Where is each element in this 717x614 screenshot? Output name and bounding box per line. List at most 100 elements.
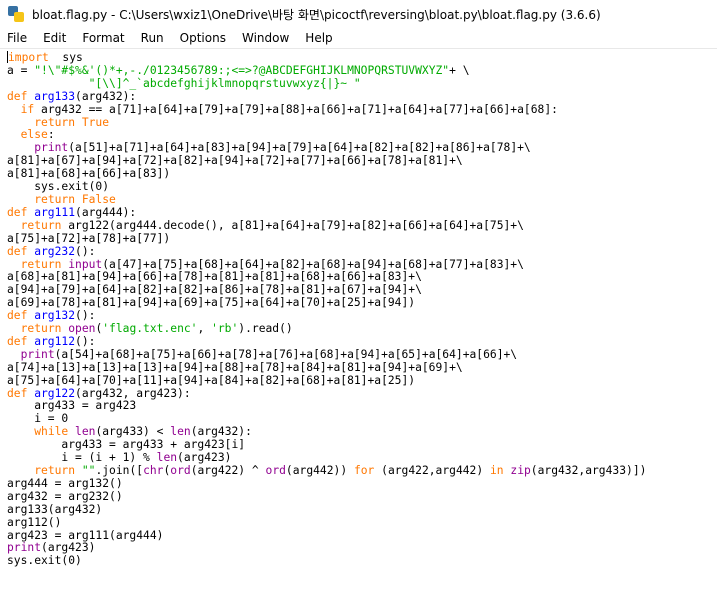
code-token-kw: def [7,386,28,400]
code-token-kw: if [20,102,35,116]
code-token-st: "" [81,464,96,477]
code-token: (arg433) < [95,425,171,439]
code-token-st: "!\"#$%&'()*+,-./0123456789:;<=>?@ABCDEF… [34,63,450,77]
code-token: (arg422,arg442) [374,464,490,477]
code-token-bi: print [7,541,42,555]
code-token-bi: open [61,322,96,336]
code-token: arg432 = arg232() [7,489,123,503]
code-token: a[94]+a[79]+a[64]+a[82]+a[82]+a[86]+a[78… [7,283,422,297]
code-token-df: arg132 [27,309,76,323]
code-token-kw: def [7,244,28,258]
code-token: a[75]+a[64]+a[70]+a[11]+a[94]+a[84]+a[82… [7,373,416,387]
code-line[interactable]: print(arg423) [7,541,717,555]
menu-options[interactable]: Options [172,28,234,48]
code-line[interactable]: return open('flag.txt.enc', 'rb').read() [7,322,717,336]
code-token: (arg444): [75,205,137,219]
code-token: arg112() [7,515,62,529]
code-line[interactable]: if arg432 == a[71]+a[64]+a[79]+a[79]+a[8… [7,102,717,117]
code-token-st: 'flag.txt.enc' [102,322,198,336]
title-bar: bloat.flag.py - C:\Users\wxiz1\OneDrive\… [0,0,717,28]
code-token: (arg432,arg433)]) [530,464,647,477]
code-token: arg423 = arg111(arg444) [7,528,164,542]
code-token-kw: in [489,464,504,477]
window-title: bloat.flag.py - C:\Users\wxiz1\OneDrive\… [32,7,601,22]
code-token: a[81]+a[67]+a[94]+a[72]+a[82]+a[94]+a[72… [7,154,463,168]
code-token: arg122(arg444.decode(), a[81]+a[64]+a[79… [61,218,524,232]
code-line[interactable]: return True [7,115,717,130]
code-line[interactable]: arg432 = arg232() [7,489,717,504]
code-token-bi: chr [143,464,164,477]
code-token-bi: print [34,141,69,155]
code-token-bi: len [170,425,191,439]
code-token-kw: True [75,115,110,129]
code-line[interactable]: a[75]+a[72]+a[78]+a[77]) [7,231,717,246]
code-token-kw: def [7,309,28,323]
code-token: a[74]+a[13]+a[13]+a[13]+a[94]+a[88]+a[78… [7,360,463,374]
code-token: (arg442)) [285,464,354,477]
code-token: , [197,322,212,336]
code-token: a[75]+a[72]+a[78]+a[77]) [7,231,171,245]
menu-file[interactable]: File [0,28,35,48]
code-token-kw: for [353,464,375,477]
menu-bar: File Edit Format Run Options Window Help [0,28,717,49]
code-token-st: "[\\]^_`abcdefghijklmnopqrstuvwxyz{|}~ " [88,76,361,90]
code-token-df: arg133 [27,89,76,103]
code-token-kw: return [34,192,76,206]
code-token: + \ [449,63,470,77]
code-token-bi: ord [265,464,286,477]
code-text[interactable]: import sys a = "!\"#$%&'()*+,-./012345678… [0,49,717,568]
code-token-kw: return [34,115,76,129]
code-line[interactable]: a[69]+a[78]+a[81]+a[94]+a[69]+a[75]+a[64… [7,296,717,310]
code-token: (arg432): [190,425,252,439]
code-token: (arg423) [41,541,96,555]
code-token-kw: import [8,51,49,64]
code-token: (arg432): [75,89,137,103]
code-token-df: arg122 [27,386,76,400]
code-token-df: arg111 [27,205,76,219]
python-idle-icon [8,6,24,22]
code-line[interactable]: sys.exit(0) [7,554,717,568]
code-token-kw: return [20,322,62,336]
code-token: sys [48,51,83,64]
code-token-bi: len [68,425,96,439]
code-token-df: arg232 [27,244,76,258]
code-token: arg133(arg432) [7,502,103,516]
code-token: (a[47]+a[75]+a[68]+a[64]+a[82]+a[68]+a[9… [102,257,524,271]
code-token: (arg432, arg423): [75,386,191,400]
code-token: a[81]+a[68]+a[66]+a[83]) [7,167,171,181]
menu-run[interactable]: Run [133,28,172,48]
code-line[interactable]: a[81]+a[68]+a[66]+a[83]) [7,167,717,181]
code-token: a[68]+a[81]+a[94]+a[66]+a[78]+a[81]+a[81… [7,270,422,284]
menu-window[interactable]: Window [234,28,297,48]
menu-help[interactable]: Help [297,28,340,48]
menu-edit[interactable]: Edit [35,28,74,48]
code-line[interactable]: arg133(arg432) [7,502,717,517]
code-token: ).read() [238,322,293,336]
code-token: : [47,128,55,142]
code-line[interactable]: arg423 = arg111(arg444) [7,528,717,543]
code-line[interactable]: arg433 = arg423 [7,400,717,413]
code-token-kw: return [34,464,76,477]
code-token: (): [75,309,96,323]
code-token-kw: return [20,218,62,232]
code-token: (a[54]+a[68]+a[75]+a[66]+a[78]+a[76]+a[6… [54,347,518,361]
code-editor[interactable]: import sys a = "!\"#$%&'()*+,-./012345678… [0,49,717,614]
code-line[interactable]: import sys [7,51,717,65]
code-token: (arg423) [177,451,232,465]
code-token-bi: len [156,451,178,465]
code-token: i = (i + 1) % [7,451,157,465]
menu-format[interactable]: Format [74,28,132,48]
code-token: .join([ [95,464,144,477]
code-token-kw: False [75,192,116,206]
code-token: arg433 = arg423 [7,399,137,413]
code-token-kw: def [7,205,28,219]
